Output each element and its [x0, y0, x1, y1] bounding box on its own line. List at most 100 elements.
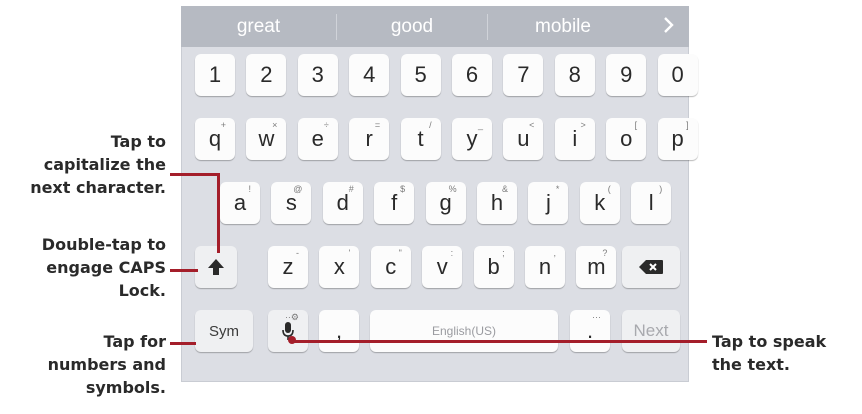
key-w[interactable]: × w [246, 118, 287, 160]
key-3-label: 3 [311, 62, 324, 87]
key-q[interactable]: + q [195, 118, 235, 160]
next-key-label: Next [633, 321, 669, 340]
key-y-label: y [466, 126, 478, 151]
callout-line-mic [290, 340, 707, 343]
sym-key[interactable]: Sym [195, 310, 253, 352]
key-u-label: u [517, 126, 530, 151]
key-h[interactable]: & h [477, 182, 517, 224]
shift-key[interactable] [195, 246, 237, 288]
key-8-label: 8 [568, 62, 581, 87]
key-k[interactable]: (k [579, 182, 620, 224]
key-7[interactable]: 7 [503, 54, 544, 96]
key-m[interactable]: ? m [576, 246, 617, 288]
key-v-alt: : [450, 248, 454, 258]
key-n-alt: , [553, 248, 556, 258]
key-9-label: 9 [620, 62, 633, 87]
key-k-label: k [594, 190, 606, 215]
key-r-label: r [365, 126, 373, 151]
callout-line-shift-h2 [170, 269, 198, 272]
key-t-alt: / [429, 120, 432, 130]
key-o[interactable]: [o [606, 118, 647, 160]
backspace-key[interactable] [622, 246, 680, 288]
key-h-alt: & [501, 184, 508, 194]
key-s-alt: @ [293, 184, 303, 194]
suggestion-1[interactable]: great [181, 16, 336, 38]
key-x-alt: ' [348, 248, 351, 258]
key-x[interactable]: ' x [319, 246, 360, 288]
space-key[interactable]: English(US) [370, 310, 558, 352]
space-key-language: English(US) [431, 324, 497, 338]
suggestion-3[interactable]: mobile [488, 16, 638, 38]
key-u[interactable]: < u [503, 118, 544, 160]
callout-line-shift-v [217, 173, 220, 253]
shift-arrow-icon [208, 259, 224, 275]
suggestion-bar: great good mobile [181, 6, 689, 47]
key-r-alt: = [374, 120, 381, 130]
callout-sym: Tap for numbers and symbols. [47, 332, 166, 397]
key-6-label: 6 [465, 62, 479, 87]
sym-key-label: Sym [209, 322, 239, 340]
key-d[interactable]: # d [322, 182, 363, 224]
callout-shift-double: Double-tap to engage CAPS Lock. [41, 235, 166, 300]
key-c[interactable]: " c [370, 246, 411, 288]
key-4[interactable]: 4 [349, 54, 390, 96]
comma-key[interactable]: , [319, 310, 359, 352]
key-q-alt: + [220, 120, 226, 130]
key-t-label: t [417, 126, 424, 151]
key-j[interactable]: * j [528, 182, 569, 224]
key-t[interactable]: / t [400, 118, 441, 160]
key-p[interactable]: ] p [657, 118, 698, 160]
key-v[interactable]: :v [422, 246, 463, 288]
key-f-label: f [391, 190, 398, 215]
key-j-label: j [545, 190, 551, 215]
callout-dot-mic [288, 336, 296, 344]
key-b-label: b [487, 254, 500, 279]
key-9[interactable]: 9 [606, 54, 647, 96]
key-o-label: o [620, 126, 633, 151]
key-2[interactable]: 2 [246, 54, 287, 96]
key-6[interactable]: 6 [452, 54, 492, 96]
key-p-alt: ] [686, 120, 689, 130]
key-1[interactable]: 1 [195, 54, 235, 96]
key-j-alt: * [555, 184, 560, 194]
next-key[interactable]: Next [622, 310, 680, 352]
key-r[interactable]: = r [349, 118, 390, 160]
key-g[interactable]: % g [425, 182, 466, 224]
key-d-label: d [336, 190, 349, 215]
callout-mic: Tap to speak the text. [712, 332, 827, 374]
key-p-label: p [671, 126, 684, 151]
key-m-alt: ? [602, 248, 608, 258]
key-8[interactable]: 8 [554, 54, 595, 96]
suggestion-2[interactable]: good [337, 16, 487, 38]
key-y[interactable]: _ y [452, 118, 492, 160]
backspace-icon [639, 260, 663, 274]
key-n[interactable]: ,n [525, 246, 565, 288]
key-e-label: e [311, 126, 324, 151]
key-i-label: i [572, 126, 578, 151]
key-c-alt: " [398, 248, 402, 258]
callout-line-sym [170, 342, 196, 345]
key-w-alt: × [272, 120, 278, 130]
key-i-alt: > [580, 120, 586, 130]
key-s[interactable]: @ s [271, 182, 312, 224]
key-q-label: q [208, 126, 222, 151]
key-b[interactable]: ; b [473, 246, 514, 288]
key-v-label: v [436, 254, 448, 279]
key-z[interactable]: -z [268, 246, 308, 288]
mic-key[interactable]: ··⚙ [268, 310, 308, 352]
key-5[interactable]: 5 [400, 54, 441, 96]
period-key[interactable]: ··· . [570, 310, 610, 352]
key-a[interactable]: ! a [220, 182, 260, 224]
key-1-label: 1 [208, 62, 222, 87]
key-e[interactable]: ÷ e [297, 118, 338, 160]
key-f-alt: $ [400, 184, 406, 194]
key-f[interactable]: $ f [374, 182, 415, 224]
key-a-alt: ! [248, 184, 251, 194]
chevron-right-icon[interactable] [663, 16, 675, 40]
key-o-alt: [ [634, 120, 638, 130]
key-l[interactable]: ) l [631, 182, 672, 224]
key-4-label: 4 [363, 62, 376, 87]
key-0[interactable]: 0 [657, 54, 698, 96]
key-i[interactable]: > i [554, 118, 595, 160]
key-3[interactable]: 3 [297, 54, 338, 96]
